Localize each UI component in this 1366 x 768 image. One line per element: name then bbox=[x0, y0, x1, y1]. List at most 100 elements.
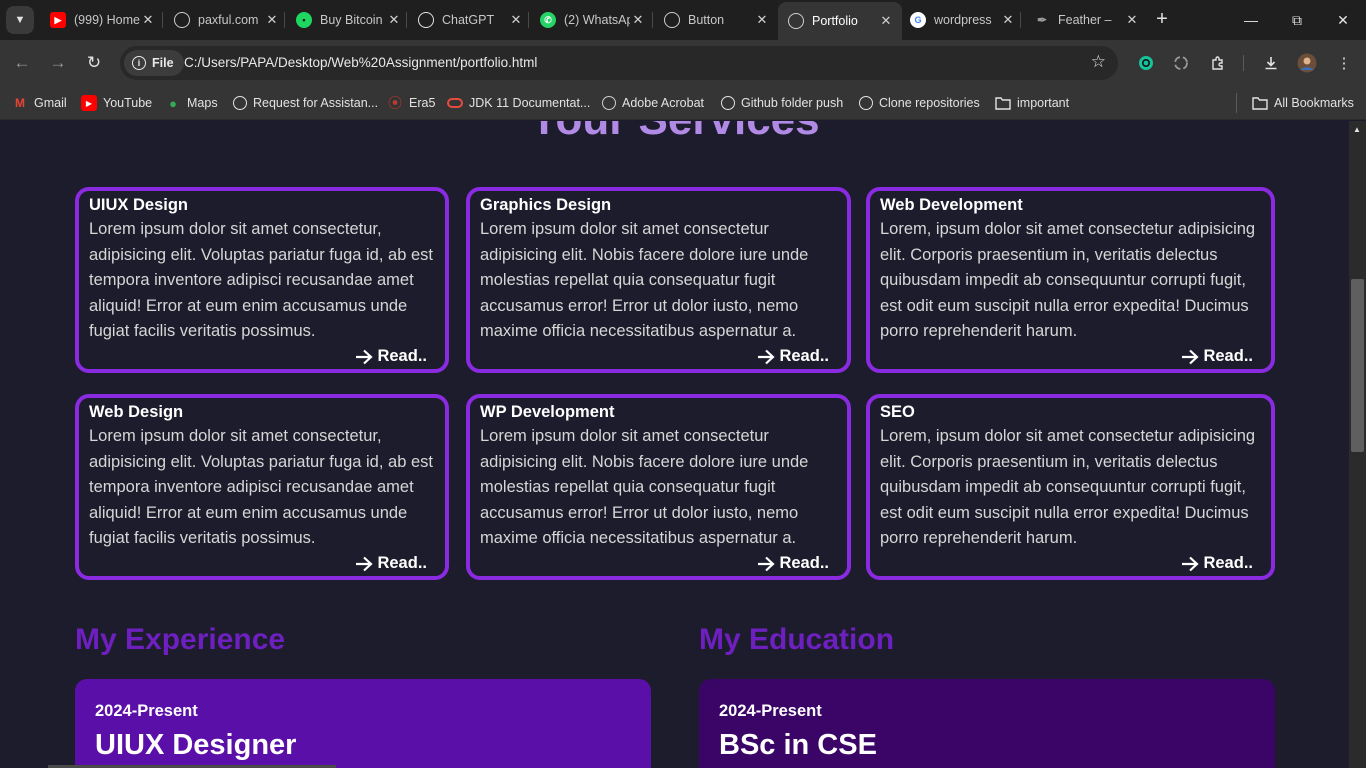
globe-icon bbox=[664, 12, 680, 28]
read-more-link[interactable]: Read.. bbox=[757, 554, 829, 573]
reload-icon: ↻ bbox=[86, 53, 102, 72]
tab-divider bbox=[652, 12, 653, 28]
bookmark-era5[interactable]: ⦿ Era5 bbox=[387, 93, 435, 113]
browser-toolbar: ← → ↻ i File C:/Users/PAPA/Desktop/Web%2… bbox=[0, 40, 1366, 86]
close-icon[interactable]: ✕ bbox=[878, 13, 894, 29]
read-more-link[interactable]: Read.. bbox=[1181, 554, 1253, 573]
site-info-chip[interactable]: i File bbox=[124, 50, 184, 76]
new-tab-button[interactable]: + bbox=[1150, 8, 1174, 32]
restore-button[interactable]: ⧉ bbox=[1274, 0, 1320, 40]
tab-buy-bitcoin[interactable]: • Buy Bitcoin ✕ bbox=[286, 4, 410, 36]
tab-feather[interactable]: ✒ Feather – ✕ bbox=[1024, 4, 1148, 36]
globe-icon bbox=[602, 96, 616, 110]
minimize-button[interactable]: — bbox=[1228, 0, 1274, 40]
feather-icon: ✒ bbox=[1036, 13, 1048, 27]
experience-heading: My Experience bbox=[75, 623, 286, 656]
close-icon[interactable]: ✕ bbox=[1000, 12, 1016, 28]
all-bookmarks-button[interactable]: All Bookmarks bbox=[1252, 93, 1354, 113]
service-description: Lorem ipsum dolor sit amet consectetur a… bbox=[480, 427, 809, 547]
chevron-down-icon: ▼ bbox=[14, 14, 26, 26]
tab-button[interactable]: Button ✕ bbox=[654, 4, 778, 36]
tab-wordpress[interactable]: G wordpress ✕ bbox=[900, 4, 1024, 36]
education-heading: My Education bbox=[699, 623, 895, 656]
service-description: Lorem, ipsum dolor sit amet consectetur … bbox=[880, 427, 1256, 547]
arrow-right-icon: → bbox=[49, 53, 67, 72]
arrow-right-icon bbox=[355, 349, 374, 365]
service-description: Lorem, ipsum dolor sit amet consectetur … bbox=[880, 220, 1256, 340]
openai-icon bbox=[418, 12, 434, 28]
oracle-icon bbox=[447, 98, 463, 108]
back-button[interactable]: ← bbox=[9, 50, 35, 76]
folder-icon bbox=[995, 95, 1011, 111]
extensions-puzzle-icon[interactable] bbox=[1207, 52, 1229, 74]
service-description: Lorem ipsum dolor sit amet consectetur, … bbox=[89, 220, 433, 340]
arrow-left-icon: ← bbox=[13, 53, 31, 72]
education-degree: BSc in CSE bbox=[719, 729, 877, 761]
arrow-right-icon bbox=[355, 556, 374, 572]
tab-chatgpt[interactable]: ChatGPT ✕ bbox=[408, 4, 532, 36]
read-more-link[interactable]: Read.. bbox=[355, 554, 427, 573]
service-card-web-design: Web Design Lorem ipsum dolor sit amet co… bbox=[75, 394, 449, 580]
service-title: Web Development bbox=[880, 196, 1023, 214]
plus-icon: + bbox=[1156, 8, 1168, 30]
forward-button[interactable]: → bbox=[45, 50, 71, 76]
tab-paxful[interactable]: paxful.com ✕ bbox=[164, 4, 288, 36]
arrow-right-icon bbox=[757, 349, 776, 365]
tab-portfolio[interactable]: Portfolio ✕ bbox=[778, 2, 902, 40]
bookmark-maps[interactable]: ● Maps bbox=[165, 93, 218, 113]
openai-icon bbox=[233, 96, 247, 110]
close-icon[interactable]: ✕ bbox=[1124, 12, 1140, 28]
bookmark-clone-repos[interactable]: Clone repositories bbox=[859, 93, 980, 113]
info-icon: i bbox=[132, 56, 146, 70]
bookmark-star-icon[interactable]: ☆ bbox=[1091, 52, 1106, 72]
folder-icon bbox=[1252, 95, 1268, 111]
services-title: Your Services bbox=[0, 121, 1349, 146]
close-window-button[interactable]: ✕ bbox=[1320, 0, 1366, 40]
profile-avatar[interactable] bbox=[1296, 52, 1318, 74]
close-icon[interactable]: ✕ bbox=[630, 12, 646, 28]
close-icon[interactable]: ✕ bbox=[508, 12, 524, 28]
scroll-up-arrow-icon[interactable]: ▲ bbox=[1353, 125, 1361, 134]
youtube-icon: ▶ bbox=[50, 12, 66, 28]
close-icon[interactable]: ✕ bbox=[754, 12, 770, 28]
read-more-link[interactable]: Read.. bbox=[757, 347, 829, 366]
reload-button[interactable]: ↻ bbox=[81, 50, 107, 76]
read-more-link[interactable]: Read.. bbox=[355, 347, 427, 366]
service-card-graphics-design: Graphics Design Lorem ipsum dolor sit am… bbox=[466, 187, 851, 373]
tab-search-button[interactable]: ▼ bbox=[6, 6, 34, 34]
close-icon[interactable]: ✕ bbox=[264, 12, 280, 28]
gmail-icon: M bbox=[15, 96, 25, 110]
education-card: 2024-Present BSc in CSE bbox=[699, 679, 1275, 768]
experience-period: 2024-Present bbox=[95, 702, 198, 720]
kebab-menu-icon[interactable]: ⋮ bbox=[1333, 52, 1355, 74]
downloads-icon[interactable] bbox=[1260, 52, 1282, 74]
service-description: Lorem ipsum dolor sit amet consectetur, … bbox=[89, 427, 433, 547]
url-text[interactable]: C:/Users/PAPA/Desktop/Web%20Assignment/p… bbox=[184, 55, 537, 70]
globe-icon bbox=[788, 13, 804, 29]
close-icon[interactable]: ✕ bbox=[140, 12, 156, 28]
bookmark-adobe-acrobat[interactable]: Adobe Acrobat bbox=[602, 93, 704, 113]
tab-whatsapp[interactable]: ✆ (2) WhatsApp ✕ bbox=[530, 4, 654, 36]
sync-extension-icon[interactable] bbox=[1170, 52, 1192, 74]
bookmarks-bar: M Gmail ▶ YouTube ● Maps Request for Ass… bbox=[0, 86, 1366, 120]
address-bar[interactable]: i File C:/Users/PAPA/Desktop/Web%20Assig… bbox=[120, 46, 1118, 80]
read-more-link[interactable]: Read.. bbox=[1181, 347, 1253, 366]
bookmark-request-assistance[interactable]: Request for Assistan... bbox=[233, 93, 378, 113]
bookmark-youtube[interactable]: ▶ YouTube bbox=[81, 93, 152, 113]
close-icon[interactable]: ✕ bbox=[386, 12, 402, 28]
tab-divider bbox=[162, 12, 163, 28]
grammarly-extension-icon[interactable] bbox=[1135, 52, 1157, 74]
service-card-web-development: Web Development Lorem, ipsum dolor sit a… bbox=[866, 187, 1275, 373]
tab-divider bbox=[284, 12, 285, 28]
bookmark-gmail[interactable]: M Gmail bbox=[12, 93, 67, 113]
education-period: 2024-Present bbox=[719, 702, 822, 720]
bookmark-github-push[interactable]: Github folder push bbox=[721, 93, 843, 113]
service-description: Lorem ipsum dolor sit amet consectetur a… bbox=[480, 220, 809, 340]
tab-youtube[interactable]: ▶ (999) Home - YouTube ✕ bbox=[40, 4, 164, 36]
bookmark-folder-important[interactable]: important bbox=[995, 93, 1069, 113]
bookmark-jdk-docs[interactable]: JDK 11 Documentat... bbox=[447, 93, 590, 113]
google-icon: G bbox=[910, 12, 926, 28]
restore-icon: ⧉ bbox=[1292, 11, 1302, 28]
vertical-scrollbar[interactable]: ▲ bbox=[1349, 121, 1366, 768]
scrollbar-thumb[interactable] bbox=[1351, 279, 1364, 452]
